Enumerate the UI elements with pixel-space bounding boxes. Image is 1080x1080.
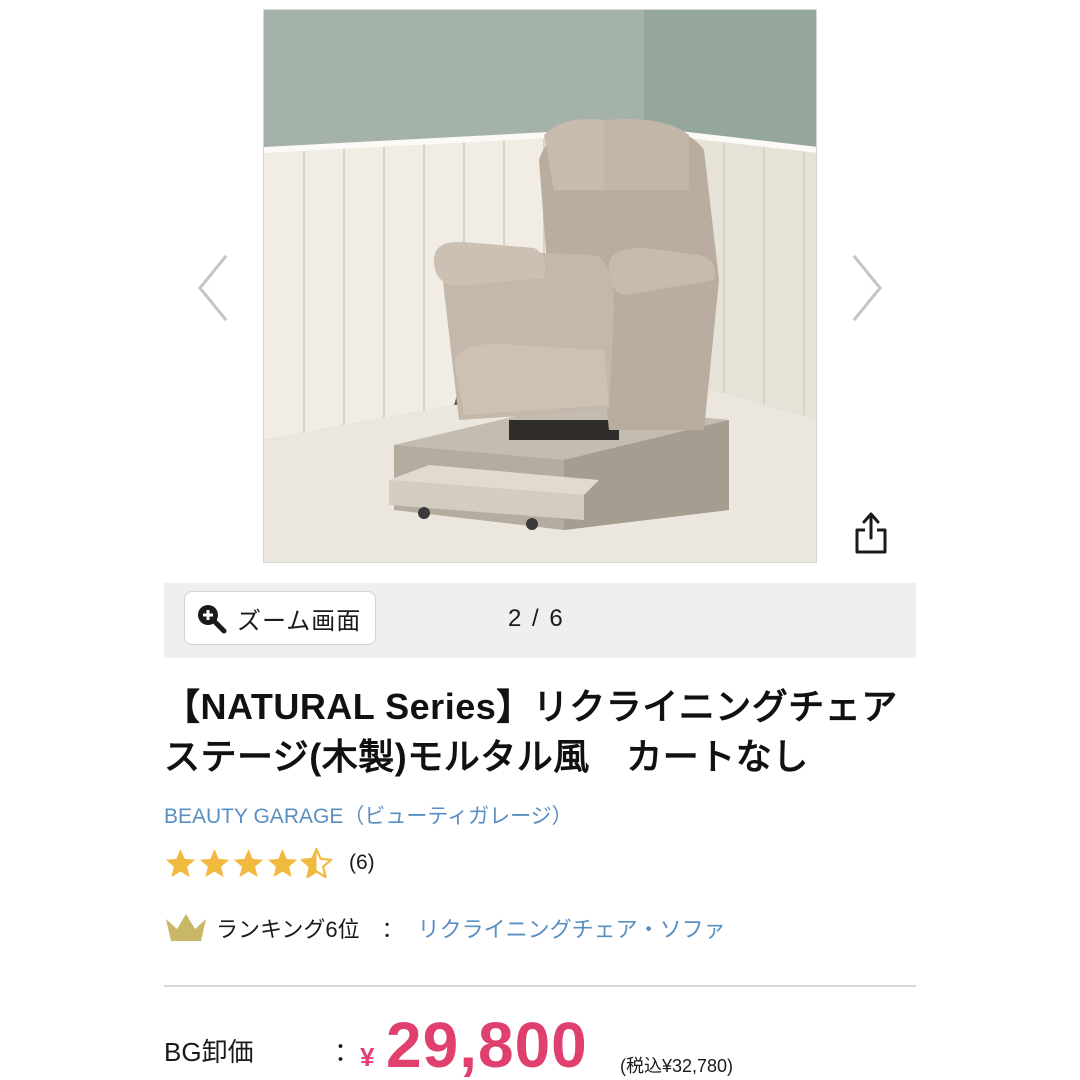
price-separator: ： xyxy=(334,1037,361,1067)
star-full-icon xyxy=(267,848,298,877)
divider xyxy=(164,985,916,987)
ranking-label: ランキング6位 xyxy=(216,917,360,942)
product-image[interactable] xyxy=(263,9,817,563)
review-count[interactable]: (6) xyxy=(349,851,375,875)
star-half-icon xyxy=(300,847,333,878)
rating[interactable]: (6) xyxy=(164,843,375,883)
price-value: 29,800 xyxy=(386,1009,588,1080)
chevron-right-icon[interactable] xyxy=(846,250,886,326)
chevron-left-icon[interactable] xyxy=(194,250,234,326)
image-page-counter: 2 / 6 xyxy=(508,605,565,632)
gallery-toolbar: ズーム画面 2 / 6 xyxy=(164,583,916,658)
product-gallery xyxy=(0,0,1080,580)
star-full-icon xyxy=(165,848,196,877)
zoom-in-icon xyxy=(198,605,227,634)
product-title: 【NATURAL Series】リクライニングチェアステージ(木製)モルタル風 … xyxy=(164,686,898,777)
crown-icon xyxy=(166,914,206,941)
share-icon[interactable] xyxy=(850,510,892,556)
zoom-button-label: ズーム画面 xyxy=(237,607,362,635)
price-row: BG卸価 ： ¥ 29,800 (税込¥32,780) xyxy=(164,1009,924,1080)
star-full-icon xyxy=(233,848,264,877)
ranking-separator: ： xyxy=(381,917,404,942)
price-label: BG卸価 xyxy=(164,1037,254,1067)
zoom-button[interactable]: ズーム画面 xyxy=(184,591,376,645)
price-tax-included: (税込¥32,780) xyxy=(620,1056,734,1076)
brand-link[interactable]: BEAUTY GARAGE（ビューティガレージ） xyxy=(164,800,573,830)
star-full-icon xyxy=(199,848,230,877)
ranking: ランキング6位 ： リクライニングチェア・ソファ xyxy=(164,908,726,948)
rating-stars xyxy=(164,847,333,880)
price-currency: ¥ xyxy=(360,1042,375,1072)
ranking-category-link[interactable]: リクライニングチェア・ソファ xyxy=(418,912,726,944)
